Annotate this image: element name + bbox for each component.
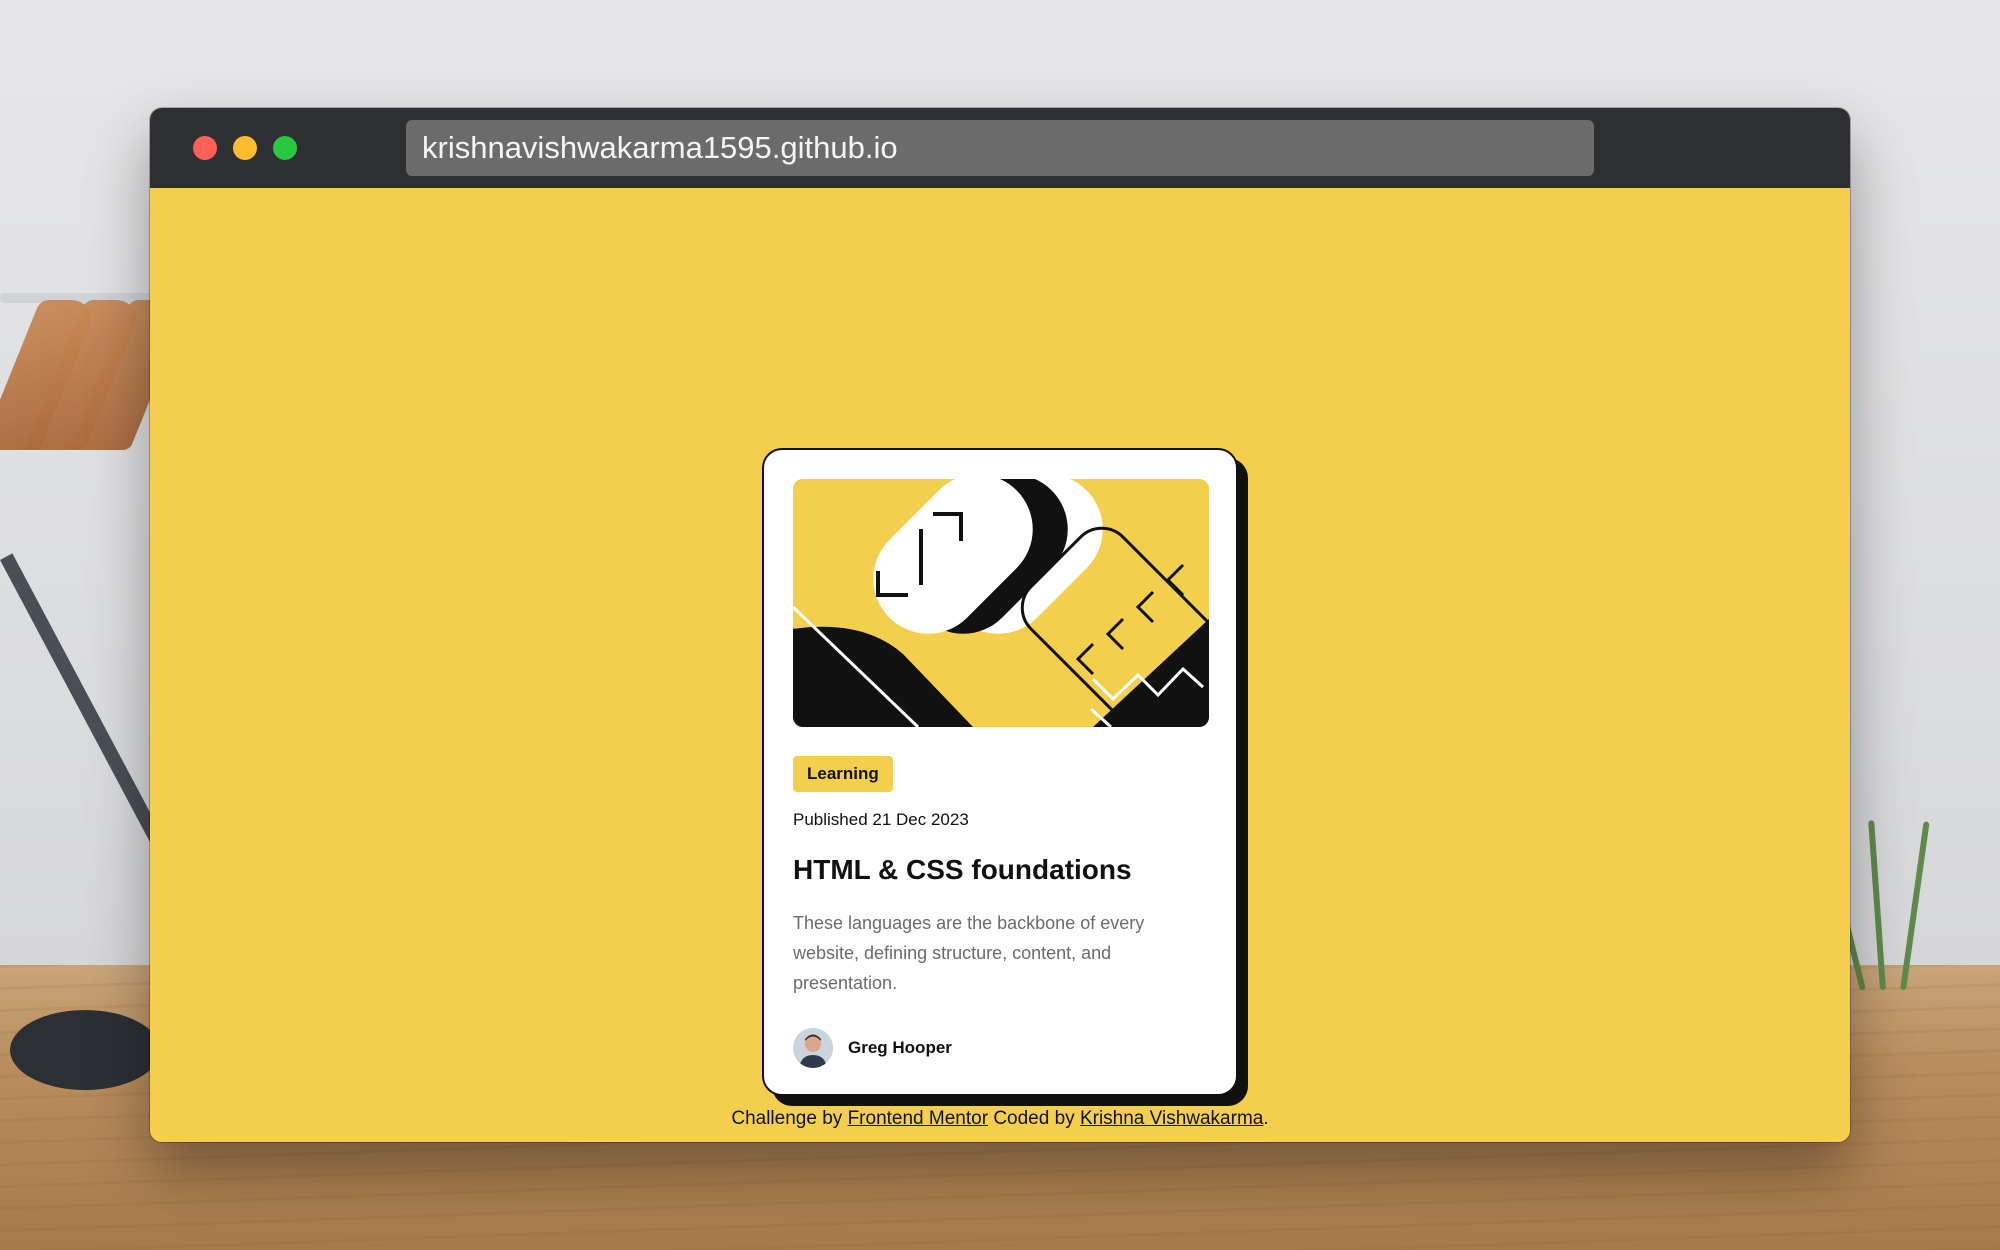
illustration-svg xyxy=(793,479,1209,727)
close-dot-icon[interactable] xyxy=(193,136,217,160)
card-title[interactable]: HTML & CSS foundations xyxy=(793,854,1132,886)
publish-date: Published 21 Dec 2023 xyxy=(793,810,969,829)
footer-suffix: . xyxy=(1263,1108,1269,1129)
frontend-mentor-link[interactable]: Frontend Mentor xyxy=(848,1108,988,1129)
lamp-base xyxy=(10,1010,160,1090)
author-avatar xyxy=(793,1028,833,1068)
browser-titlebar: krishnavishwakarma1595.github.io xyxy=(150,108,1850,188)
browser-window: krishnavishwakarma1595.github.io Learnin… xyxy=(150,108,1850,1142)
coder-link[interactable]: Krishna Vishwakarma xyxy=(1080,1108,1263,1129)
page-content: Learning Published 21 Dec 2023 HTML & CS… xyxy=(150,188,1850,1142)
address-bar[interactable]: krishnavishwakarma1595.github.io xyxy=(406,120,1594,176)
card-description: These languages are the backbone of ever… xyxy=(793,913,1145,993)
attribution-footer: Challenge by Frontend Mentor Coded by Kr… xyxy=(150,1108,1850,1130)
footer-prefix: Challenge by xyxy=(731,1108,843,1129)
minimize-dot-icon[interactable] xyxy=(233,136,257,160)
blog-preview-card: Learning Published 21 Dec 2023 HTML & CS… xyxy=(762,448,1238,1096)
maximize-dot-icon[interactable] xyxy=(273,136,297,160)
author-name: Greg Hooper xyxy=(848,1038,952,1057)
avatar-image xyxy=(793,1028,833,1068)
footer-middle: Coded by xyxy=(993,1108,1075,1129)
category-tag: Learning xyxy=(793,756,893,792)
card-illustration xyxy=(793,479,1209,727)
